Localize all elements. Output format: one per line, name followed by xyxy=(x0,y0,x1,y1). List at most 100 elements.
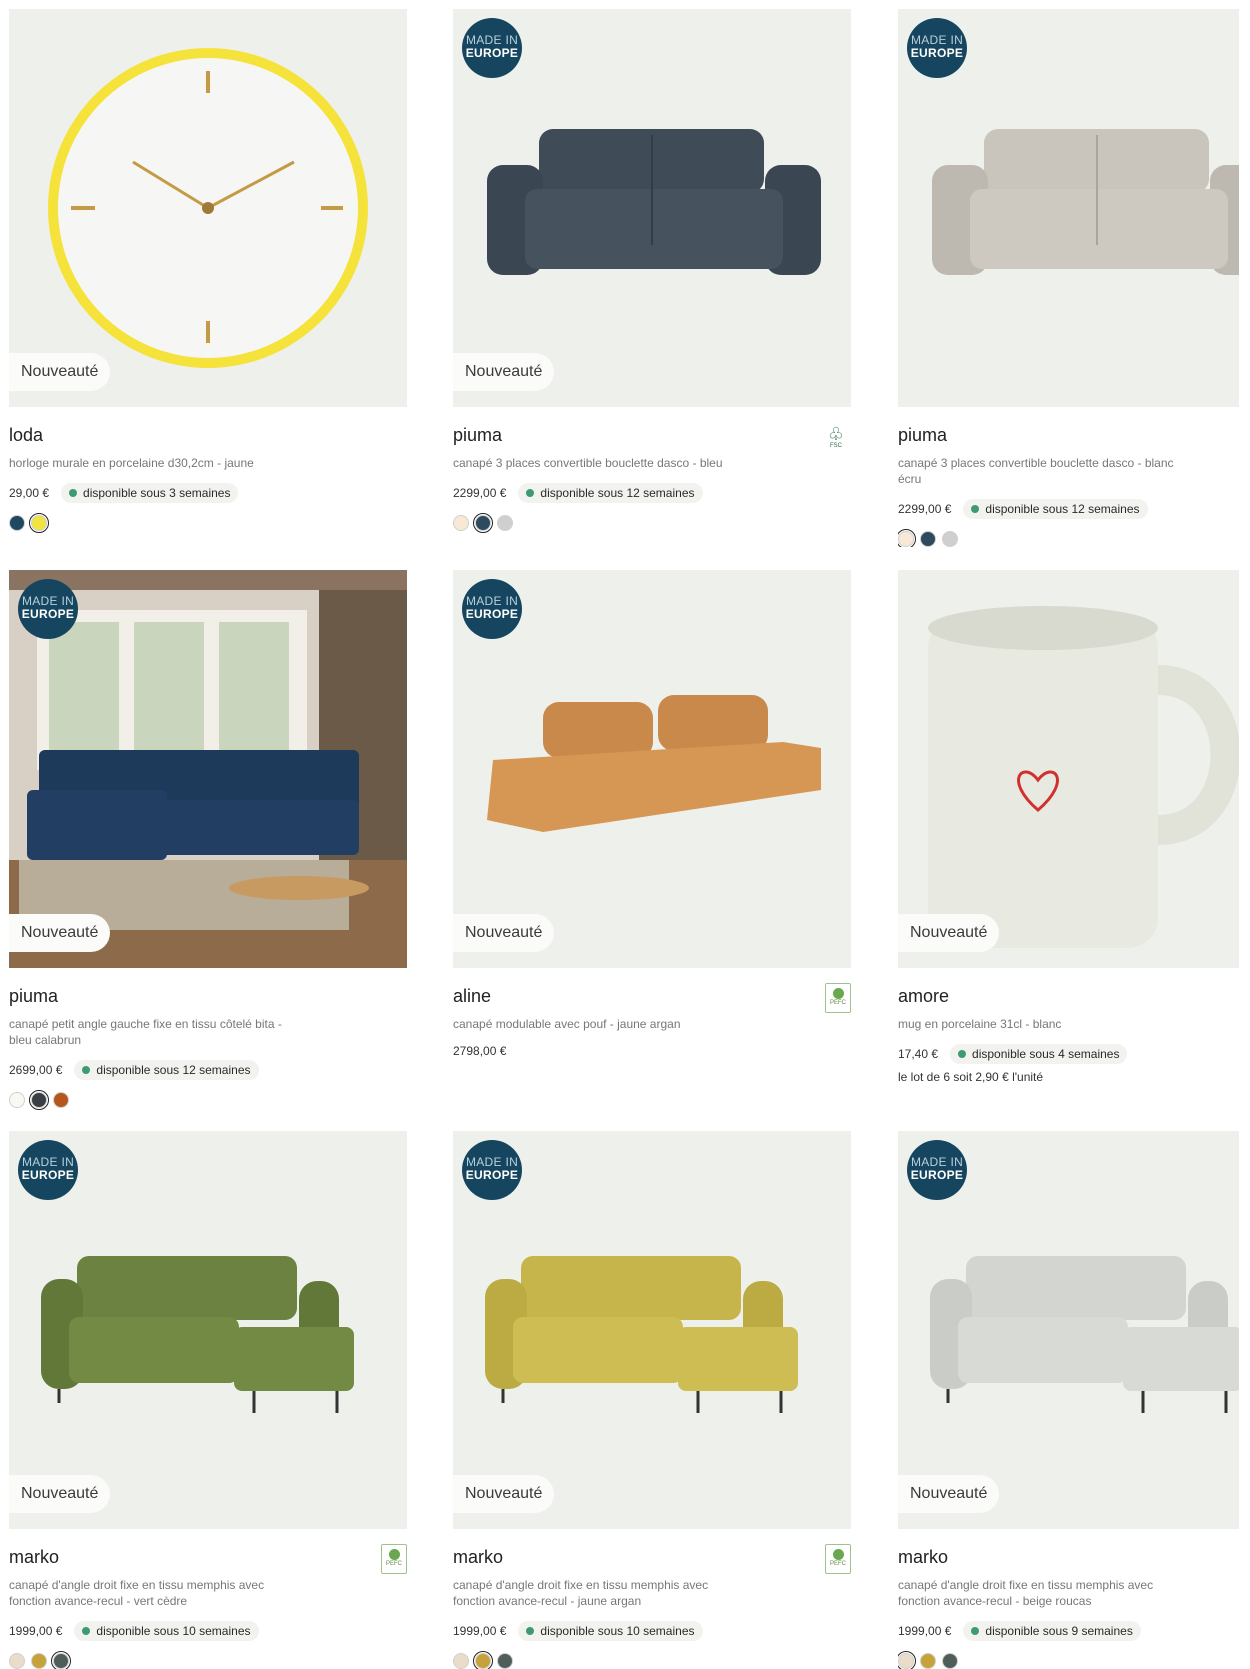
availability-badge: disponible sous 12 semaines xyxy=(518,483,703,503)
product-name[interactable]: piuma xyxy=(9,986,407,1008)
availability-dot-icon xyxy=(526,1627,535,1635)
availability-dot-icon xyxy=(82,1066,91,1074)
product-price: 1999,00 € xyxy=(898,1624,952,1638)
availability-dot-icon xyxy=(958,1050,967,1058)
color-swatch[interactable] xyxy=(9,1092,25,1108)
product-card[interactable]: MADE IN EUROPE Nouveauté PEFC marko canap… xyxy=(9,1131,407,1669)
product-price: 2798,00 € xyxy=(453,1044,507,1058)
product-description: canapé 3 places convertible bouclette da… xyxy=(453,456,723,470)
color-swatch[interactable] xyxy=(898,1651,916,1669)
product-name[interactable]: piuma xyxy=(898,425,1239,447)
color-swatch[interactable] xyxy=(31,1653,47,1669)
product-card[interactable]: MADE IN EUROPE Nouveauté PEFC marko canap… xyxy=(453,1131,851,1669)
product-name[interactable]: loda xyxy=(9,425,407,447)
product-card[interactable]: MADE IN EUROPE piuma canapé 3 places conv… xyxy=(898,9,1239,547)
product-name[interactable]: piuma xyxy=(453,425,851,447)
made-in-europe-badge: MADE IN EUROPE xyxy=(18,579,78,639)
product-image[interactable]: MADE IN EUROPE Nouveauté xyxy=(898,1131,1239,1529)
product-card[interactable]: Nouveauté amore mug en porcelaine 31cl -… xyxy=(898,570,1239,1084)
new-badge: Nouveauté xyxy=(898,914,1000,952)
made-in-europe-badge: MADE IN EUROPE xyxy=(907,18,967,78)
product-price: 1999,00 € xyxy=(453,1624,507,1638)
product-description: canapé 3 places convertible bouclette da… xyxy=(898,456,1174,486)
color-swatch[interactable] xyxy=(29,1090,49,1110)
product-image[interactable]: MADE IN EUROPE Nouveauté xyxy=(9,1131,407,1529)
color-swatch[interactable] xyxy=(898,529,916,547)
product-image[interactable]: MADE IN EUROPE Nouveauté xyxy=(9,570,407,968)
product-image[interactable]: MADE IN EUROPE Nouveauté xyxy=(453,9,851,407)
product-image[interactable]: MADE IN EUROPE Nouveauté xyxy=(453,1131,851,1529)
made-in-europe-badge: MADE IN EUROPE xyxy=(462,1140,522,1200)
product-name[interactable]: marko xyxy=(9,1547,407,1569)
color-swatch[interactable] xyxy=(9,515,25,531)
color-swatch[interactable] xyxy=(29,513,49,533)
product-description: canapé d'angle droit fixe en tissu memph… xyxy=(898,1578,1154,1608)
product-card[interactable]: MADE IN EUROPE Nouveauté ♧ FSC piuma canap… xyxy=(453,9,851,533)
color-swatch[interactable] xyxy=(53,1092,69,1108)
unit-price-note: le lot de 6 soit 2,90 € l'unité xyxy=(898,1070,1044,1084)
pefc-label-icon: PEFC xyxy=(825,983,851,1013)
color-swatch[interactable] xyxy=(473,513,493,533)
availability-badge: disponible sous 3 semaines xyxy=(61,483,239,503)
made-in-europe-badge: MADE IN EUROPE xyxy=(18,1140,78,1200)
clock-illustration xyxy=(48,48,368,368)
product-name[interactable]: aline xyxy=(453,986,851,1008)
color-swatch[interactable] xyxy=(942,1653,958,1669)
availability-badge: disponible sous 10 semaines xyxy=(518,1621,703,1641)
availability-badge: disponible sous 10 semaines xyxy=(74,1621,259,1641)
product-description: horloge murale en porcelaine d30,2cm - j… xyxy=(9,456,254,470)
color-swatches xyxy=(9,1651,407,1669)
color-swatch[interactable] xyxy=(497,1653,513,1669)
product-description: canapé d'angle droit fixe en tissu memph… xyxy=(9,1578,265,1608)
product-card[interactable]: MADE IN EUROPE Nouveauté marko canapé d'a… xyxy=(898,1131,1239,1669)
product-price: 29,00 € xyxy=(9,486,50,500)
color-swatch[interactable] xyxy=(453,1653,469,1669)
new-badge: Nouveauté xyxy=(898,1475,1000,1513)
product-card[interactable]: Nouveauté loda horloge murale en porcela… xyxy=(9,9,407,533)
product-description: mug en porcelaine 31cl - blanc xyxy=(898,1017,1062,1031)
product-price: 2299,00 € xyxy=(898,502,952,516)
color-swatch[interactable] xyxy=(9,1653,25,1669)
product-price: 2699,00 € xyxy=(9,1063,63,1077)
color-swatch[interactable] xyxy=(453,515,469,531)
product-card[interactable]: MADE IN EUROPE Nouveauté PEFC aline canap… xyxy=(453,570,851,1058)
availability-badge: disponible sous 9 semaines xyxy=(963,1621,1141,1641)
product-image[interactable]: Nouveauté xyxy=(898,570,1239,968)
new-badge: Nouveauté xyxy=(9,1475,111,1513)
product-description: canapé d'angle droit fixe en tissu memph… xyxy=(453,1578,709,1608)
color-swatch[interactable] xyxy=(497,515,513,531)
availability-badge: disponible sous 12 semaines xyxy=(963,499,1148,519)
product-price: 1999,00 € xyxy=(9,1624,63,1638)
color-swatches xyxy=(898,1651,1239,1669)
product-image[interactable]: Nouveauté xyxy=(9,9,407,407)
product-image[interactable]: MADE IN EUROPE xyxy=(898,9,1239,407)
product-price: 17,40 € xyxy=(898,1047,939,1061)
availability-dot-icon xyxy=(971,1627,980,1635)
availability-badge: disponible sous 12 semaines xyxy=(74,1060,259,1080)
product-name[interactable]: marko xyxy=(898,1547,1239,1569)
availability-dot-icon xyxy=(971,505,980,513)
made-in-europe-badge: MADE IN EUROPE xyxy=(462,579,522,639)
color-swatches xyxy=(453,1651,851,1669)
availability-dot-icon xyxy=(526,489,535,497)
pefc-label-icon: PEFC xyxy=(825,1544,851,1574)
product-name[interactable]: amore xyxy=(898,986,1239,1008)
product-price: 2299,00 € xyxy=(453,486,507,500)
made-in-europe-badge: MADE IN EUROPE xyxy=(462,18,522,78)
new-badge: Nouveauté xyxy=(453,914,555,952)
made-in-europe-badge: MADE IN EUROPE xyxy=(907,1140,967,1200)
color-swatches xyxy=(9,1090,407,1110)
color-swatch[interactable] xyxy=(942,531,958,547)
color-swatch[interactable] xyxy=(920,531,936,547)
product-card[interactable]: MADE IN EUROPE Nouveauté piuma canapé pet… xyxy=(9,570,407,1110)
mug-illustration xyxy=(928,606,1239,948)
color-swatch[interactable] xyxy=(51,1651,71,1669)
color-swatches xyxy=(9,513,407,533)
new-badge: Nouveauté xyxy=(453,353,555,391)
color-swatch[interactable] xyxy=(473,1651,493,1669)
product-image[interactable]: MADE IN EUROPE Nouveauté xyxy=(453,570,851,968)
new-badge: Nouveauté xyxy=(9,353,111,391)
product-name[interactable]: marko xyxy=(453,1547,851,1569)
color-swatches xyxy=(898,529,1239,547)
color-swatch[interactable] xyxy=(920,1653,936,1669)
